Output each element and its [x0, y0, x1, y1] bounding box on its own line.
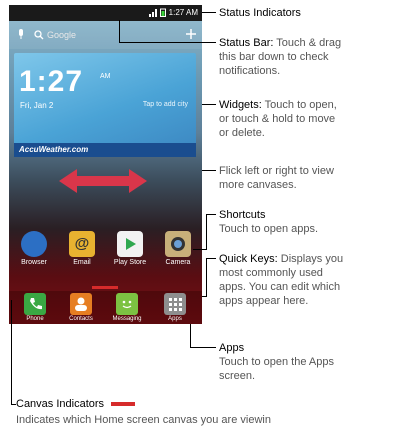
callout-line-shortcuts: [206, 214, 216, 215]
callout-line-quickkeys: [206, 258, 216, 259]
callout-line-quickkeys-v: [206, 258, 207, 296]
label-status-indicators: Status Indicators: [219, 7, 301, 19]
callout-line-apps-v: [190, 324, 191, 348]
shortcut-label: Camera: [165, 259, 191, 266]
clock-time: 1:27: [19, 65, 84, 98]
shortcut-label: Browser: [21, 259, 47, 266]
shortcut-label: Play Store: [113, 259, 147, 266]
quick-key-label: Apps: [168, 316, 182, 322]
quick-key-contacts[interactable]: Contacts: [61, 293, 101, 322]
shortcut-browser[interactable]: Browser: [12, 231, 56, 266]
quick-keys-dock: Phone Contacts Messaging Apps: [9, 291, 202, 324]
quick-key-label: Contacts: [69, 316, 93, 322]
callout-line-shortcuts-v: [206, 214, 207, 249]
search-label: Google: [47, 30, 77, 40]
phone-home-screen: 1:27 AM Google 1:27 AM Fri, Jan 2 Tap to…: [9, 5, 202, 324]
shortcut-email[interactable]: @ Email: [60, 231, 104, 266]
callout-line-status-indicators: [202, 12, 216, 13]
callout-line-status-bar-v: [119, 20, 120, 42]
canvas-indicator-sample: [111, 402, 136, 407]
signal-icon: [148, 8, 157, 17]
callout-line-shortcuts-h: [193, 249, 207, 250]
shortcut-play-store[interactable]: Play Store: [108, 231, 152, 266]
accuweather-logo: AccuWeather.com: [19, 145, 89, 154]
label-shortcuts: Shortcuts Touch to open apps.: [219, 209, 319, 235]
clock-ampm: AM: [100, 73, 111, 80]
callout-line-canvas-h: [11, 404, 16, 405]
quick-key-phone[interactable]: Phone: [15, 293, 55, 322]
google-search-bar[interactable]: Google: [9, 21, 202, 49]
status-time: 1:27 AM: [168, 8, 198, 17]
callout-line-canvas-v: [11, 300, 12, 405]
label-canvas-indicators: Canvas Indicators: [16, 397, 136, 411]
camera-icon: [165, 231, 191, 257]
label-status-bar: Status Bar: Touch & drag this bar down t…: [219, 37, 342, 77]
browser-icon: [21, 231, 47, 257]
label-widgets: Widgets: Touch to open, or touch & hold …: [219, 99, 337, 139]
callout-line-apps: [190, 347, 216, 348]
callout-line-status-bar: [119, 42, 216, 43]
add-icon[interactable]: [186, 29, 196, 39]
label-canvas-desc: Indicates which Home screen canvas you a…: [16, 414, 271, 426]
apps-grid-icon: [164, 293, 186, 315]
canvas-indicator: [92, 286, 118, 289]
label-flick: Flick left or right to view more canvase…: [219, 165, 334, 191]
weather-clock-widget[interactable]: 1:27 AM Fri, Jan 2 Tap to add city AccuW…: [14, 53, 196, 157]
tap-to-add-city: Tap to add city: [142, 101, 188, 108]
apps-button[interactable]: Apps: [155, 293, 195, 322]
label-quick-keys: Quick Keys: Displays you most commonly u…: [219, 253, 344, 307]
battery-icon: [159, 8, 166, 17]
clock-date: Fri, Jan 2: [20, 101, 54, 110]
messaging-icon: [116, 293, 138, 315]
microphone-icon[interactable]: [17, 29, 25, 41]
quick-key-label: Messaging: [112, 316, 142, 322]
callout-line-flick: [202, 170, 216, 171]
swipe-arrow-icon: [59, 169, 147, 193]
callout-line-widgets: [202, 104, 216, 105]
contacts-icon: [70, 293, 92, 315]
quick-key-label: Phone: [26, 316, 44, 322]
play-store-icon: [117, 231, 143, 257]
search-icon: [34, 30, 44, 40]
label-apps: Apps Touch to open the Apps screen.: [219, 342, 334, 382]
callout-line-quickkeys-h: [202, 296, 207, 297]
accuweather-bar: AccuWeather.com: [14, 143, 196, 157]
status-bar[interactable]: 1:27 AM: [9, 5, 202, 21]
phone-icon: [24, 293, 46, 315]
shortcut-label: Email: [73, 259, 91, 266]
email-icon: @: [69, 231, 95, 257]
status-indicators: 1:27 AM: [148, 8, 198, 17]
quick-key-messaging[interactable]: Messaging: [107, 293, 147, 322]
